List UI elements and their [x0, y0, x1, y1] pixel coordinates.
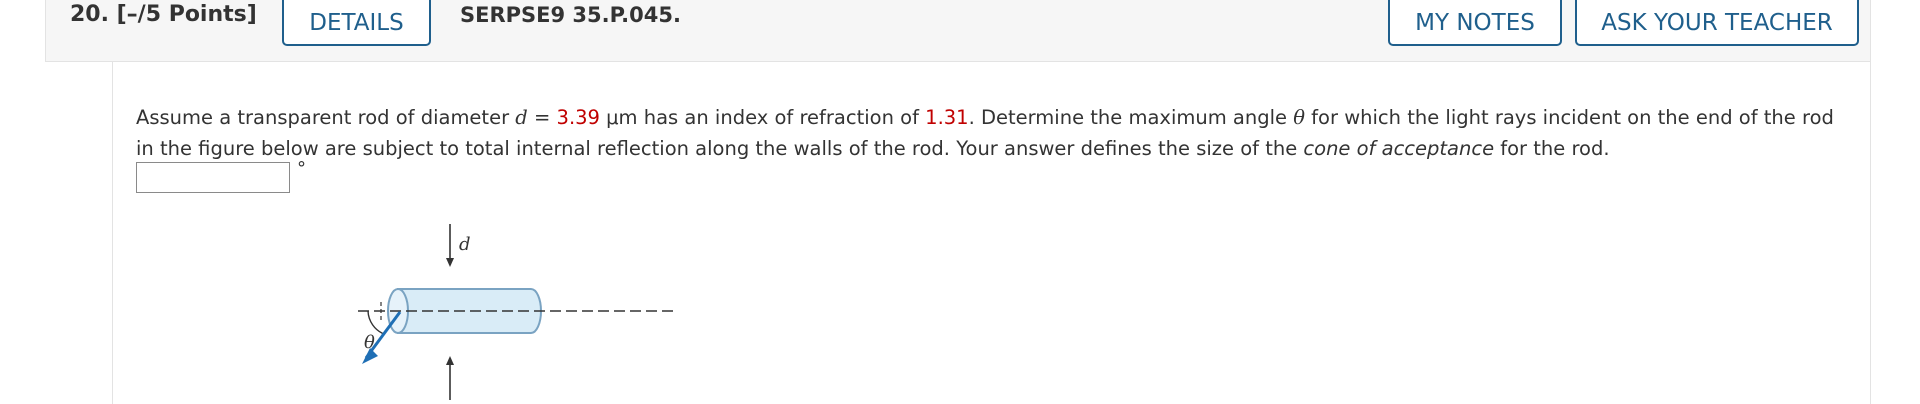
- angle-arc: [367, 310, 385, 335]
- prompt-text: Assume a transparent rod of diameter: [136, 106, 516, 129]
- question-number: 20. [–/5 Points]: [70, 2, 257, 27]
- degree-unit: °: [297, 158, 306, 179]
- problem-code: SERPSE9 35.P.045.: [460, 3, 681, 27]
- prompt-text: μm has an index of refraction of: [599, 106, 926, 129]
- index-value: 1.31: [925, 106, 969, 129]
- arrowhead-down: [446, 258, 454, 267]
- variable-theta: θ: [1293, 106, 1305, 129]
- answer-input[interactable]: [136, 162, 290, 193]
- prompt-text: . Determine the maximum angle: [968, 106, 1294, 129]
- details-button[interactable]: DETAILS: [282, 0, 431, 46]
- my-notes-button[interactable]: MY NOTES: [1388, 0, 1562, 46]
- question-prompt: Assume a transparent rod of diameter d =…: [136, 102, 1846, 164]
- question-body: Assume a transparent rod of diameter d =…: [112, 62, 1871, 404]
- equals-sign: =: [527, 106, 557, 129]
- rod-figure: d θ: [358, 224, 678, 400]
- question-header: 20. [–/5 Points] DETAILS SERPSE9 35.P.04…: [45, 0, 1871, 62]
- arrowhead-up: [446, 356, 454, 365]
- prompt-text: for the rod.: [1494, 137, 1610, 160]
- ask-your-teacher-button[interactable]: ASK YOUR TEACHER: [1575, 0, 1859, 46]
- emphasized-term: cone of acceptance: [1303, 137, 1495, 160]
- diameter-value: 3.39: [556, 106, 600, 129]
- label-d: d: [459, 234, 471, 255]
- variable-d: d: [515, 106, 528, 129]
